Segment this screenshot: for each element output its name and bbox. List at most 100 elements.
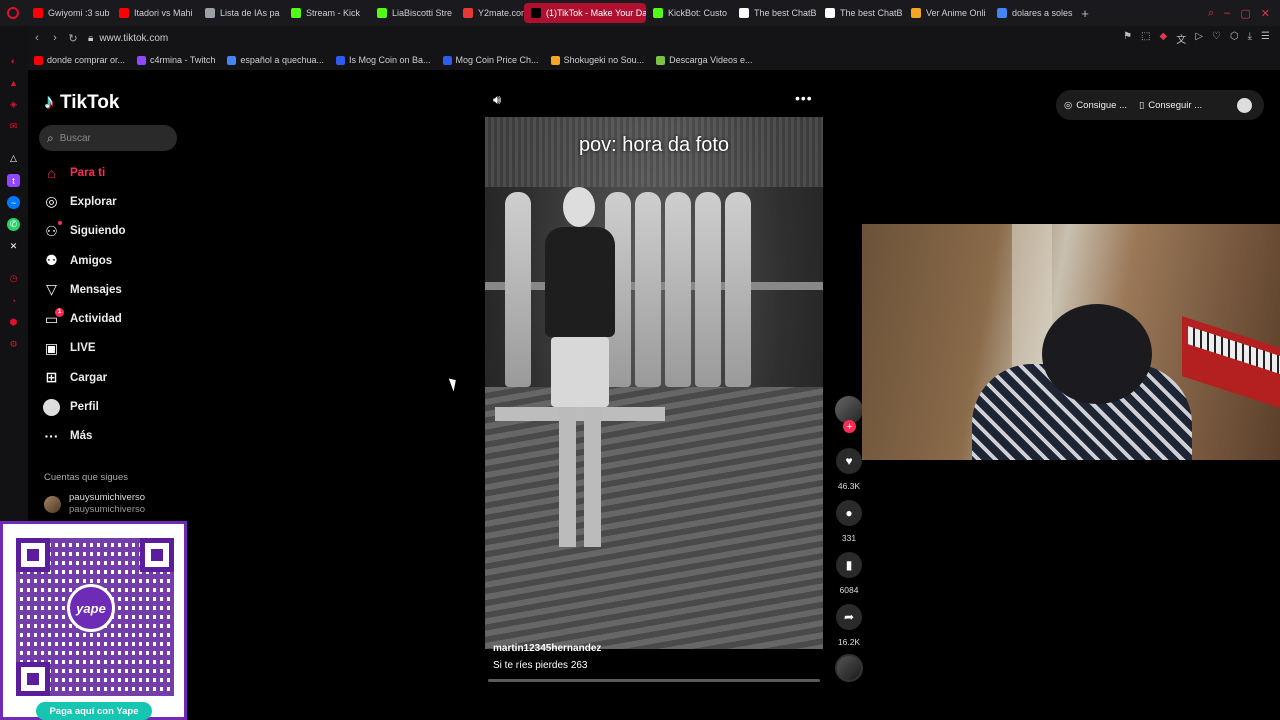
search-tabs-icon[interactable]: ⌕ xyxy=(1208,7,1214,20)
twitch-icon[interactable]: t xyxy=(7,174,20,187)
nav-item-label: Para ti xyxy=(70,166,106,179)
home-icon: ⌂ xyxy=(47,164,56,181)
tab-label: dolares a soles xyxy=(1012,8,1073,18)
bookmark-item[interactable]: donde comprar or... xyxy=(34,55,125,65)
forward-icon[interactable]: › xyxy=(46,32,64,44)
minimize-icon[interactable]: – xyxy=(1224,7,1230,20)
history-icon[interactable]: ◷ xyxy=(7,272,20,285)
tiktok-logo[interactable]: ♪ TikTok xyxy=(44,91,119,114)
browser-tab[interactable]: Stream - Kick xyxy=(284,3,370,23)
close-icon[interactable]: ✕ xyxy=(1261,7,1270,20)
nav-item-3[interactable]: ⚇ Siguiendo xyxy=(43,217,193,246)
tab-strip: Gwiyomi :3 sub Itadori vs Mahi Lista de IA… xyxy=(26,0,1076,26)
video-username[interactable]: martin12345hernandez xyxy=(493,643,601,654)
browser-tab[interactable]: Lista de IAs pa xyxy=(198,3,284,23)
tab-favicon xyxy=(205,8,215,18)
search-input[interactable] xyxy=(59,132,160,144)
snapshot-icon[interactable]: ⬚ xyxy=(1141,31,1150,46)
nav-item-10[interactable]: ··· Más xyxy=(43,422,193,451)
browser-tab[interactable]: Gwiyomi :3 sub xyxy=(26,3,112,23)
settings-icon[interactable]: ⚙ xyxy=(7,338,20,351)
more-icon: ··· xyxy=(44,428,59,445)
following-account-avatar xyxy=(44,495,61,513)
easy-setup-icon[interactable]: ◈ xyxy=(7,98,20,111)
opera-menu-icon[interactable] xyxy=(0,0,26,26)
get-app-label: Conseguir ... xyxy=(1148,99,1203,111)
menu-icon[interactable]: ☰ xyxy=(1261,31,1270,46)
qr-finder xyxy=(16,662,50,696)
bookmark-item[interactable]: c4rmina - Twitch xyxy=(137,55,215,65)
video-scene-person xyxy=(725,192,751,387)
clock-icon[interactable]: ◔ xyxy=(7,294,20,307)
whatsapp-icon[interactable]: ✆ xyxy=(7,218,20,231)
mail-icon[interactable]: ✉ xyxy=(7,120,20,133)
following-account[interactable]: pauysumichiverso pauysumichiverso xyxy=(44,492,145,516)
video-progress-bar[interactable] xyxy=(488,679,820,682)
extensions-icon[interactable]: ⬡ xyxy=(1230,31,1239,46)
bookmark-item[interactable]: español a quechua... xyxy=(227,55,324,65)
nav-item-9[interactable]: Perfil xyxy=(43,392,193,421)
video-scene-floor xyxy=(485,387,823,649)
bookmark-item[interactable]: Shokugeki no Sou... xyxy=(550,55,644,65)
aria-icon[interactable]: ▲ xyxy=(7,76,20,89)
browser-tab[interactable]: Y2mate.com xyxy=(456,3,524,23)
browser-tab[interactable]: dolares a soles xyxy=(990,3,1076,23)
browser-tab[interactable]: (1)TikTok - Make Your Da xyxy=(524,3,646,23)
extensions-side-icon[interactable]: ⬢ xyxy=(7,316,20,329)
music-disc-avatar[interactable] xyxy=(835,654,863,682)
like-button[interactable]: ♥ xyxy=(836,448,862,474)
get-coins-button[interactable]: ◎ Consigue ... xyxy=(1064,100,1127,111)
browser-tab[interactable]: Ver Anime Onli xyxy=(904,3,990,23)
more-options-icon[interactable]: ••• xyxy=(795,90,813,106)
comment-button[interactable]: ● xyxy=(836,500,862,526)
url-text: www.tiktok.com xyxy=(99,32,169,44)
speed-dial-icon[interactable]: ◐ xyxy=(7,54,20,67)
messenger-icon[interactable]: ~ xyxy=(7,196,20,209)
browser-tab[interactable]: KickBot: Custo xyxy=(646,3,732,23)
tab-label: Ver Anime Onli xyxy=(926,8,986,18)
video-player[interactable] xyxy=(485,117,823,649)
browser-tab[interactable]: Itadori vs Mahi xyxy=(112,3,198,23)
bookmark-item[interactable]: Mog Coin Price Ch... xyxy=(442,55,539,65)
bookmark-label: Is Mog Coin on Ba... xyxy=(348,55,431,65)
back-icon[interactable]: ‹ xyxy=(28,32,46,44)
url-field[interactable]: 🔒︎ www.tiktok.com xyxy=(88,33,168,44)
browser-tab[interactable]: The best ChatB xyxy=(818,3,904,23)
nav-item-5[interactable]: ▽ Mensajes xyxy=(43,275,193,304)
bookmark-label: Mog Coin Price Ch... xyxy=(455,55,539,65)
maximize-icon[interactable]: ▢ xyxy=(1240,7,1250,20)
volume-icon[interactable]: 🔊︎ xyxy=(493,92,501,108)
share-button[interactable]: ➦ xyxy=(836,604,862,630)
search-icon[interactable]: ⌕ xyxy=(47,131,54,146)
nav-item-1[interactable]: ⌂ Para ti xyxy=(43,158,193,187)
following-account-username: pauysumichiverso xyxy=(69,504,146,515)
main-nav: ⌂ Para ti ◎ Explorar ⚇ Siguiendo ⚉ Amigos ▽ Mensa… xyxy=(43,158,193,451)
nav-item-7[interactable]: ▣ LIVE xyxy=(43,334,193,363)
download-icon[interactable]: ⤓ xyxy=(1248,31,1252,46)
heart-icon[interactable]: ♡ xyxy=(1212,31,1221,46)
x-icon[interactable]: ✕ xyxy=(7,240,20,253)
pocket-icon[interactable]: ◆ xyxy=(1160,31,1168,46)
player-icon[interactable]: ▷ xyxy=(1195,31,1203,46)
new-tab-button[interactable]: + xyxy=(1076,6,1094,21)
messages-icon: ▽ xyxy=(46,281,57,298)
notification-badge: 1 xyxy=(55,307,64,317)
nav-item-2[interactable]: ◎ Explorar xyxy=(43,187,193,216)
nav-item-4[interactable]: ⚉ Amigos xyxy=(43,246,193,275)
nav-item-6[interactable]: ▭ 1 Actividad xyxy=(43,304,193,333)
browser-tab[interactable]: LiaBiscotti Stre xyxy=(370,3,456,23)
get-app-button[interactable]: ▯ Conseguir ... xyxy=(1139,100,1202,111)
tab-label: Itadori vs Mahi xyxy=(134,8,193,18)
yape-pay-button[interactable]: Paga aquí con Yape xyxy=(36,702,152,720)
bookmark-item[interactable]: Is Mog Coin on Ba... xyxy=(335,55,431,65)
nav-item-8[interactable]: ⊞ Cargar xyxy=(43,363,193,392)
save-button[interactable]: ▮ xyxy=(836,552,862,578)
bookmark-item[interactable]: Descarga Videos e... xyxy=(656,55,753,65)
translate-icon[interactable]: 文 xyxy=(1176,31,1186,46)
user-avatar[interactable] xyxy=(1237,97,1252,113)
follow-plus-icon[interactable]: + xyxy=(843,420,856,433)
aria-ai-icon[interactable]: △ xyxy=(7,152,20,165)
reload-icon[interactable]: ↻ xyxy=(64,32,82,45)
bookmark-icon[interactable]: ⚑ xyxy=(1123,31,1132,46)
browser-tab[interactable]: The best ChatB xyxy=(732,3,818,23)
